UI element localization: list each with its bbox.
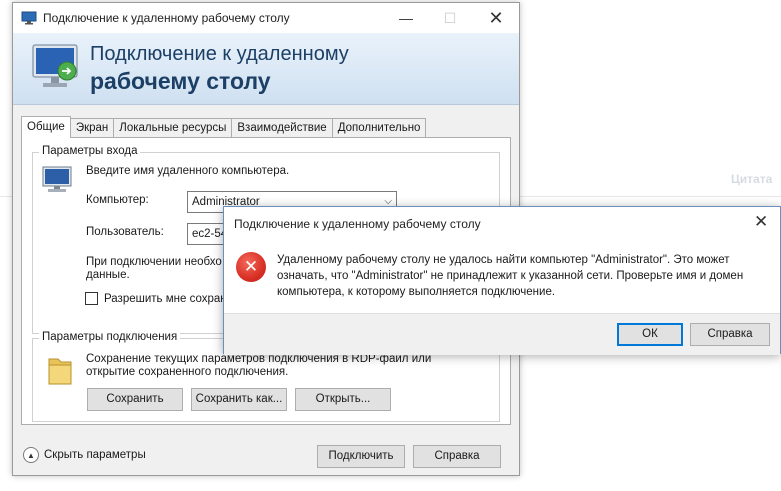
close-icon[interactable]: ✕: [473, 3, 519, 33]
connect-button[interactable]: Подключить: [317, 445, 405, 468]
save-as-button[interactable]: Сохранить как...: [191, 388, 287, 411]
tab-experience[interactable]: Взаимодействие: [231, 118, 333, 138]
tab-local-resources[interactable]: Локальные ресурсы: [113, 118, 233, 138]
error-message-line3: компьютера, к которому выполняется подкл…: [277, 286, 556, 298]
credentials-note-line1: При подключении необхо: [86, 256, 222, 268]
error-icon: ✕: [236, 252, 266, 282]
connection-info-line2: открытие сохраненного подключения.: [86, 366, 289, 378]
tab-general[interactable]: Общие: [21, 116, 71, 138]
banner-title-line1: Подключение к удаленному: [90, 43, 349, 65]
tab-advanced[interactable]: Дополнительно: [331, 118, 427, 138]
credentials-note-line2: данные.: [86, 269, 130, 281]
error-dialog-title: Подключение к удаленному рабочему столу: [234, 217, 481, 231]
computer-icon: [42, 166, 72, 192]
hide-options-link[interactable]: Скрыть параметры: [44, 449, 146, 461]
save-button[interactable]: Сохранить: [87, 388, 183, 411]
background-divider: [520, 196, 781, 197]
save-credentials-label[interactable]: Разрешить мне сохраня: [104, 293, 233, 305]
rdp-app-icon: [21, 11, 37, 25]
ok-button[interactable]: ОК: [617, 323, 683, 346]
error-help-button[interactable]: Справка: [690, 323, 770, 346]
minimize-icon[interactable]: —: [383, 3, 429, 33]
collapse-options-icon[interactable]: ▲: [23, 447, 39, 463]
header-banner: Подключение к удаленному рабочему столу: [13, 33, 519, 105]
error-dialog-footer: ОК Справка: [224, 313, 780, 355]
remote-desktop-icon: [32, 44, 78, 87]
title-bar[interactable]: Подключение к удаленному рабочему столу …: [13, 3, 519, 33]
background-quote-label: Цитата: [731, 172, 773, 186]
window-title: Подключение к удаленному рабочему столу: [43, 11, 290, 25]
error-dialog: Подключение к удаленному рабочему столу …: [223, 206, 781, 355]
error-message-line1: Удаленному рабочему столу не удалось най…: [277, 254, 730, 266]
background-divider: [0, 196, 12, 197]
open-button[interactable]: Открыть...: [295, 388, 391, 411]
login-prompt: Введите имя удаленного компьютера.: [86, 165, 290, 177]
error-message: Удаленному рабочему столу не удалось най…: [277, 252, 777, 300]
login-settings-legend: Параметры входа: [39, 145, 141, 157]
bottom-bar: ▲ Скрыть параметры Подключить Справка: [13, 439, 519, 475]
help-button[interactable]: Справка: [413, 445, 501, 468]
close-icon[interactable]: ✕: [754, 212, 768, 232]
tab-display[interactable]: Экран: [69, 118, 115, 138]
error-message-line2: означать, что "Administrator" не принадл…: [277, 270, 744, 282]
banner-title-line2: рабочему столу: [90, 68, 271, 94]
save-credentials-checkbox[interactable]: [85, 292, 98, 305]
user-label: Пользователь:: [86, 226, 164, 238]
computer-label: Компьютер:: [86, 194, 149, 206]
tab-strip: Общие Экран Локальные ресурсы Взаимодейс…: [21, 116, 427, 138]
connection-settings-legend: Параметры подключения: [39, 331, 181, 343]
maximize-icon[interactable]: ☐: [427, 3, 473, 33]
folder-icon: [48, 358, 72, 385]
